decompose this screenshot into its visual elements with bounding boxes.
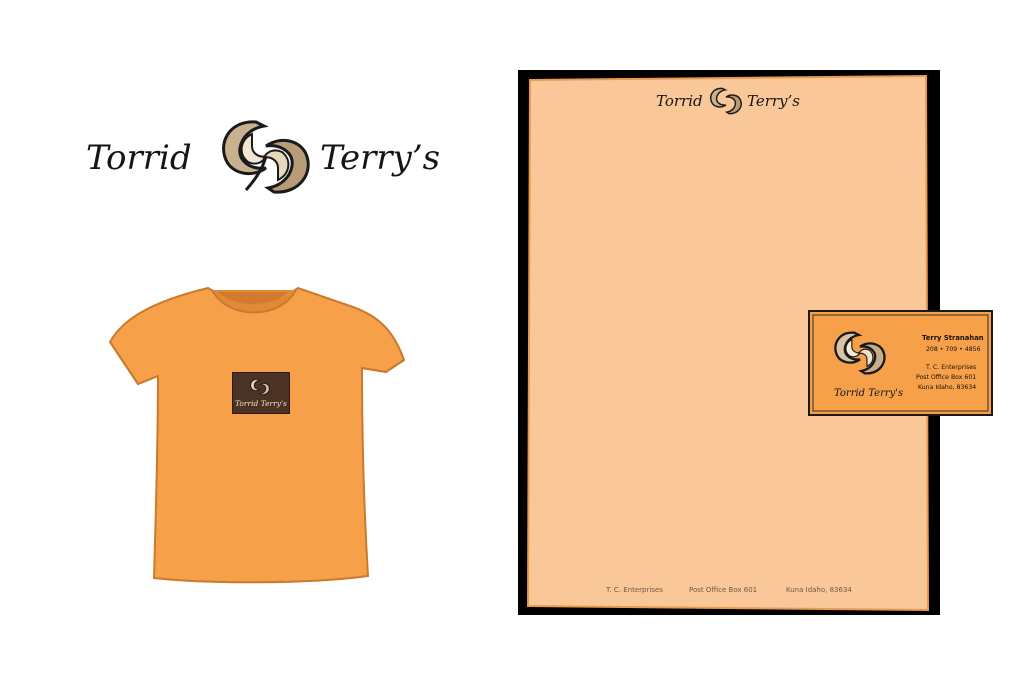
letterhead-logo-word-right: Terry’s: [747, 92, 800, 110]
swirl-emblem-icon: [250, 378, 270, 396]
tshirt-icon: [108, 286, 406, 584]
letterhead-footer-city: Kuna Idaho, 83634: [786, 586, 852, 594]
business-card-po-box: Post Office Box 601: [916, 374, 977, 381]
tshirt-badge-text: Torrid Terry's: [235, 399, 287, 408]
business-card-name: Terry Stranahan: [922, 334, 984, 342]
swirl-emblem-icon: [834, 331, 886, 375]
swirl-emblem-icon: [710, 87, 742, 115]
main-logo: Torrid Terry’s: [80, 112, 450, 202]
tshirt-mockup: Torrid Terry's: [100, 280, 410, 590]
letterhead-logo: Torrid Terry’s: [656, 86, 806, 116]
logo-word-left: Torrid: [86, 138, 192, 178]
letterhead-footer-company: T. C. Enterprises: [606, 586, 663, 594]
letterhead-footer-po-box: Post Office Box 601: [689, 586, 758, 594]
swirl-emblem-icon: [222, 120, 310, 194]
business-card-logo-text: Torrid Terry's: [834, 388, 904, 399]
business-card-company: T. C. Enterprises: [926, 364, 977, 371]
business-card-phone: 208 • 709 • 4856: [926, 346, 981, 353]
business-card-city: Kuna Idaho, 83634: [918, 384, 977, 391]
logo-word-right: Terry’s: [320, 138, 441, 178]
tshirt-badge: Torrid Terry's: [232, 372, 290, 414]
letterhead-logo-word-left: Torrid: [656, 92, 703, 110]
